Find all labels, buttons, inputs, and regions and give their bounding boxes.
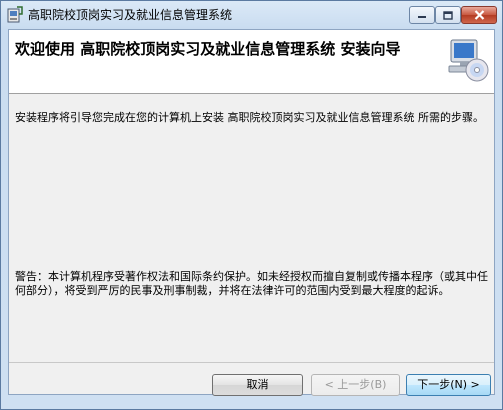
back-button[interactable]: < 上一步(B)	[311, 374, 400, 396]
wizard-header: 欢迎使用 高职院校顶岗实习及就业信息管理系统 安装向导	[9, 30, 494, 94]
title-bar[interactable]: 高职院校顶岗实习及就业信息管理系统	[1, 1, 502, 29]
footer-divider	[9, 362, 494, 363]
minimize-button[interactable]	[409, 6, 435, 24]
copyright-warning: 警告：本计算机程序受著作权法和国际条约保护。如未经授权而擅自复制或传播本程序（或…	[15, 270, 488, 297]
installer-window: 高职院校顶岗实习及就业信息管理系统 欢迎使用 高职院校顶岗实习及就业信息管理系统…	[0, 0, 503, 410]
wizard-title: 欢迎使用 高职院校顶岗实习及就业信息管理系统 安装向导	[15, 40, 401, 58]
maximize-icon	[443, 10, 453, 20]
wizard-content: 欢迎使用 高职院校顶岗实习及就业信息管理系统 安装向导 安装程序将引导您完成在您…	[8, 29, 495, 396]
installer-computer-icon	[448, 39, 489, 82]
intro-text: 安装程序将引导您完成在您的计算机上安装 高职院校顶岗实习及就业信息管理系统 所需…	[15, 111, 484, 124]
close-icon	[474, 10, 484, 20]
minimize-icon	[418, 16, 426, 18]
next-button[interactable]: 下一步(N) >	[406, 374, 491, 396]
installer-app-icon	[7, 6, 23, 23]
cancel-button[interactable]: 取消	[212, 374, 303, 396]
maximize-button[interactable]	[435, 6, 461, 24]
window-title: 高职院校顶岗实习及就业信息管理系统	[28, 8, 233, 22]
close-button[interactable]	[461, 6, 497, 24]
